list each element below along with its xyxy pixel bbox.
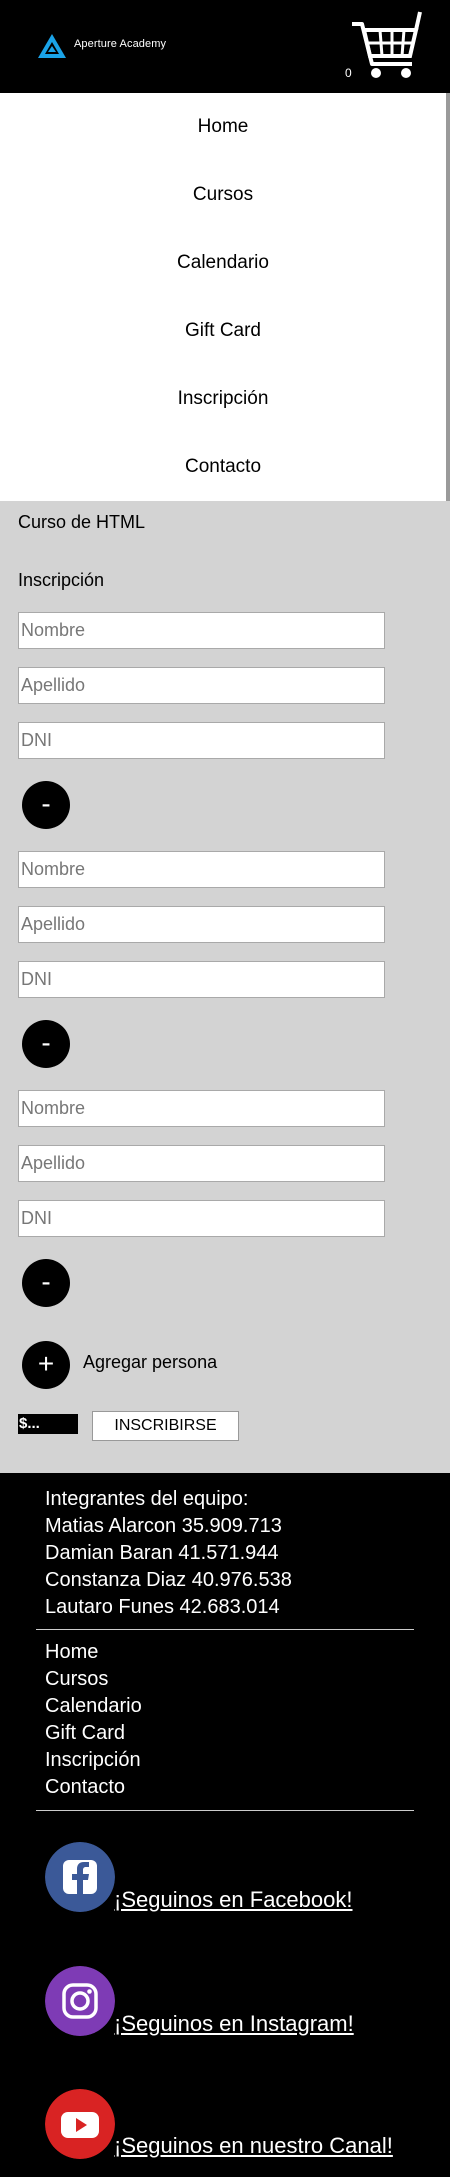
remove-person-button[interactable]: -	[22, 1259, 70, 1307]
dni-field[interactable]	[18, 722, 385, 759]
nav-item-contacto[interactable]: Contacto	[0, 433, 446, 501]
team-member: Lautaro Funes 42.683.014	[45, 1596, 280, 1618]
main-nav: Home Cursos Calendario Gift Card Inscrip…	[0, 93, 450, 501]
total-price: $...	[18, 1414, 78, 1434]
team-member: Constanza Diaz 40.976.538	[45, 1569, 292, 1591]
nombre-field[interactable]	[18, 851, 385, 888]
footer-link-contacto[interactable]: Contacto	[45, 1776, 125, 1799]
cart-count: 0	[345, 66, 352, 80]
team-member: Damian Baran 41.571.944	[45, 1542, 279, 1564]
instagram-link[interactable]: ¡Seguinos en Instagram!	[114, 2011, 354, 2037]
team-title: Integrantes del equipo:	[45, 1488, 249, 1510]
shopping-cart-icon[interactable]	[350, 8, 424, 82]
apellido-field[interactable]	[18, 906, 385, 943]
site-header: Aperture Academy 0	[0, 0, 450, 93]
remove-person-button[interactable]: -	[22, 1020, 70, 1068]
dni-field[interactable]	[18, 961, 385, 998]
aperture-logo-icon[interactable]	[38, 34, 66, 58]
nav-item-home[interactable]: Home	[0, 93, 446, 161]
team-member: Matias Alarcon 35.909.713	[45, 1515, 282, 1537]
footer-link-cursos[interactable]: Cursos	[45, 1668, 108, 1691]
brand-name[interactable]: Aperture Academy	[74, 38, 166, 50]
nombre-field[interactable]	[18, 1090, 385, 1127]
submit-button[interactable]: INSCRIBIRSE	[92, 1411, 239, 1441]
add-person-label: Agregar persona	[83, 1352, 218, 1372]
site-footer: Integrantes del equipo: Matias Alarcon 3…	[0, 1473, 450, 2177]
apellido-field[interactable]	[18, 667, 385, 704]
footer-divider	[36, 1629, 414, 1630]
remove-person-button[interactable]: -	[22, 781, 70, 829]
footer-link-calendario[interactable]: Calendario	[45, 1695, 142, 1718]
course-title: Curso de HTML	[18, 512, 146, 532]
add-person-button[interactable]: +	[22, 1341, 70, 1389]
nombre-field[interactable]	[18, 612, 385, 649]
nav-item-calendario[interactable]: Calendario	[0, 229, 446, 297]
footer-link-inscripcion[interactable]: Inscripción	[45, 1749, 141, 1772]
nav-item-inscripcion[interactable]: Inscripción	[0, 365, 446, 433]
facebook-link[interactable]: ¡Seguinos en Facebook!	[114, 1887, 353, 1913]
facebook-icon[interactable]	[45, 1842, 115, 1912]
dni-field[interactable]	[18, 1200, 385, 1237]
youtube-link[interactable]: ¡Seguinos en nuestro Canal!	[114, 2133, 393, 2159]
nav-item-cursos[interactable]: Cursos	[0, 161, 446, 229]
footer-divider	[36, 1810, 414, 1811]
form-heading: Inscripción	[18, 570, 105, 590]
footer-link-home[interactable]: Home	[45, 1641, 98, 1664]
apellido-field[interactable]	[18, 1145, 385, 1182]
nav-item-gift-card[interactable]: Gift Card	[0, 297, 446, 365]
footer-link-gift-card[interactable]: Gift Card	[45, 1722, 125, 1745]
instagram-icon[interactable]	[45, 1966, 115, 2036]
youtube-icon[interactable]	[45, 2089, 115, 2159]
